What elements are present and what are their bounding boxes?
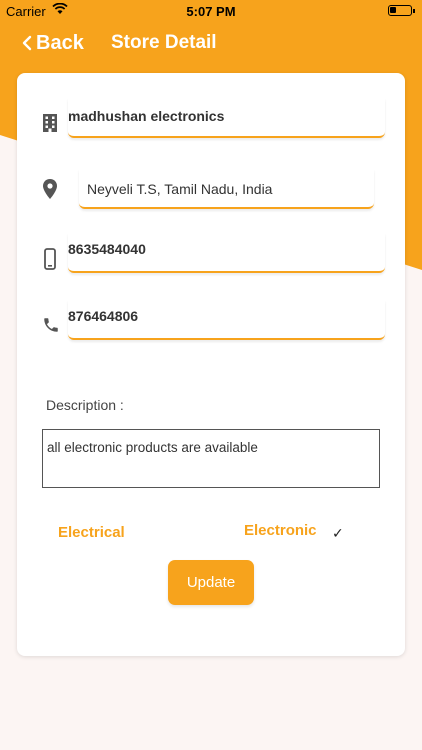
store-detail-card: madhushan electronics Neyveli T.S, Tamil…: [17, 73, 405, 656]
chevron-left-icon: [22, 35, 32, 51]
page-title: Store Detail: [111, 32, 217, 53]
description-value: all electronic products are available: [47, 440, 258, 455]
mobile-number-field[interactable]: 8635484040: [68, 233, 385, 273]
mobile-number-value: 8635484040: [68, 241, 146, 257]
checkmark-icon: ✓: [332, 525, 344, 541]
store-name-field[interactable]: madhushan electronics: [68, 98, 385, 138]
description-textarea[interactable]: all electronic products are available: [42, 429, 380, 488]
address-value: Neyveli T.S, Tamil Nadu, India: [87, 181, 273, 197]
phone-icon: [42, 316, 60, 339]
back-label: Back: [36, 31, 84, 54]
building-icon: [42, 113, 58, 138]
status-bar: Carrier 5:07 PM: [0, 0, 422, 22]
description-label: Description :: [46, 397, 124, 413]
location-pin-icon: [43, 179, 57, 204]
back-button[interactable]: Back: [22, 30, 84, 56]
mobile-phone-icon: [44, 248, 56, 275]
phone-number-field[interactable]: 876464806: [68, 300, 385, 340]
category-electrical[interactable]: Electrical: [58, 524, 125, 541]
update-button[interactable]: Update: [168, 560, 254, 605]
category-electronic[interactable]: Electronic: [244, 522, 317, 539]
status-time: 5:07 PM: [186, 4, 236, 19]
battery-icon: [388, 5, 415, 16]
store-name-value: madhushan electronics: [68, 108, 225, 124]
address-field[interactable]: Neyveli T.S, Tamil Nadu, India: [79, 169, 374, 209]
phone-number-value: 876464806: [68, 308, 139, 324]
